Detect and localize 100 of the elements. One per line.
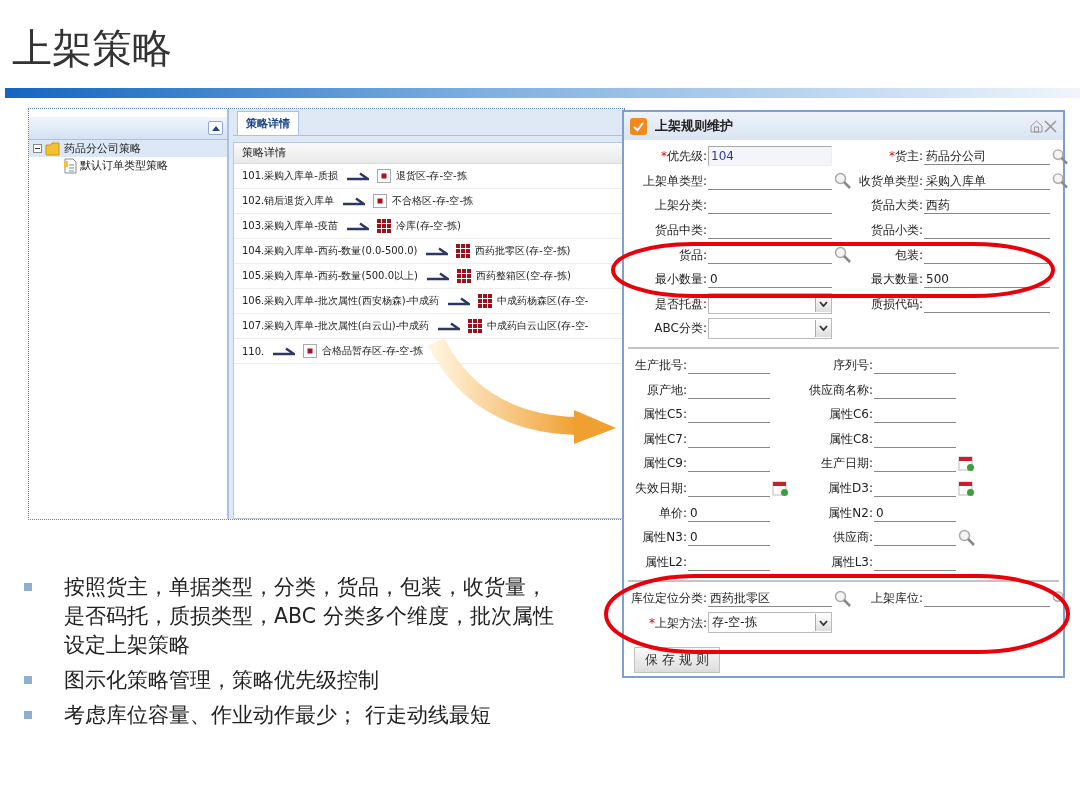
calendar-icon[interactable] (772, 479, 789, 497)
location-text: 中成药杨森区(存-空- (497, 294, 589, 308)
caret-icon (211, 125, 220, 131)
field-label: 货品中类: (653, 223, 708, 238)
input-field[interactable]: 0 (708, 270, 832, 289)
field-label: 供应商名称: (807, 382, 874, 397)
field-label: 库位定位分类: (629, 591, 708, 606)
location-text: 中成药白云山区(存-空- (487, 319, 589, 333)
caret-icon (819, 325, 828, 332)
grid-icon (456, 244, 471, 258)
slide-title: 上架策略 (11, 24, 173, 72)
field-label: 属性N3: (641, 530, 688, 545)
field-label: 是否托盘: (653, 296, 708, 311)
grid-icon (456, 269, 471, 283)
field-label: 上架单类型: (641, 173, 708, 188)
tree-item[interactable]: 默认订单类型策略 (29, 157, 227, 174)
field-label: 属性C8: (827, 431, 874, 446)
caret-icon (819, 620, 828, 626)
grid-icon (468, 319, 483, 333)
field-label: 包装: (893, 247, 924, 262)
grid-icon (376, 219, 391, 233)
rule-text: 107.采购入库单-批次属性(白云山)-中成药 (242, 319, 430, 333)
dropdown-field[interactable] (708, 293, 832, 315)
field-label: 属性C9: (641, 456, 688, 471)
input-field[interactable]: 0 (688, 528, 770, 547)
rule-text: 105.采购入库单-西药-数量(500.0以上) (242, 269, 418, 283)
search-icon[interactable] (1052, 147, 1068, 165)
field-label: 生产日期: (819, 456, 874, 471)
field-label: 属性N2: (827, 505, 874, 520)
field-label: 收货单类型: (857, 173, 924, 188)
search-icon[interactable] (834, 589, 851, 607)
field-label: 属性L3: (829, 554, 874, 569)
rule-text: 101.采购入库单-质损 (242, 169, 338, 183)
close-icon[interactable] (1044, 119, 1057, 133)
field-label: 生产批号: (633, 358, 688, 373)
calendar-icon[interactable] (958, 479, 975, 497)
collapse-toggle-icon[interactable] (33, 144, 42, 153)
bullet-text: 按照货主，单据类型，分类，货品，包装，收货量， 是否码托，质损类型，ABC 分类多个维度，批次属性 设定上架策略 (64, 574, 554, 659)
bullet-icon (24, 676, 32, 684)
field-label: 最大数量: (869, 272, 924, 287)
location-text: 合格品暂存区-存-空-拣 (322, 344, 424, 358)
rule-text: 103.采购入库单-疫苗 (242, 219, 338, 233)
bullet-text: 图示化策略管理，策略优先级控制 (64, 667, 379, 694)
field-label: 货品大类: (869, 198, 924, 213)
collapse-button[interactable] (208, 121, 223, 135)
field-label: 属性C5: (641, 407, 688, 422)
search-icon[interactable] (958, 528, 975, 546)
input-field[interactable]: 500 (924, 270, 1050, 289)
field-label: 失效日期: (633, 481, 688, 495)
field-label: 质损代码: (869, 296, 924, 311)
dialog-title: 上架规则维护 (655, 117, 733, 135)
calendar-icon[interactable] (958, 454, 975, 472)
grid-icon (478, 294, 493, 308)
input-field[interactable]: 采购入库单 (924, 171, 1050, 190)
field-label: 货品: (677, 247, 708, 262)
field-label: 属性C7: (641, 431, 688, 446)
search-icon[interactable] (834, 246, 851, 264)
field-label: *货主: (887, 149, 924, 164)
input-field[interactable]: 药品分公司 (924, 147, 1050, 166)
bullet-icon (24, 583, 32, 591)
location-text: 退货区-存-空-拣 (395, 169, 467, 183)
field-label: 上架库位: (869, 591, 924, 606)
location-text: 西药批零区(存-空-拣) (475, 244, 571, 258)
location-text: 冷库(存-空-拣) (395, 219, 461, 233)
location-text: 西药整箱区(空-存-拣) (475, 269, 571, 283)
input-field[interactable]: 104 (708, 146, 832, 167)
field-label: ABC分类: (653, 321, 708, 336)
document-icon (63, 157, 77, 174)
field-label: 供应商: (831, 530, 874, 545)
location-text: 不合格区-存-空-拣 (392, 194, 474, 208)
rule-text: 104.采购入库单-西药-数量(0.0-500.0) (242, 244, 418, 258)
tree-item[interactable]: 药品分公司策略 (29, 140, 227, 157)
field-label: 属性L2: (643, 554, 688, 569)
bullet-text: 考虑库位容量、作业动作最少； 行走动线最短 (64, 702, 491, 729)
restore-icon[interactable] (1030, 119, 1043, 133)
search-icon[interactable] (1052, 172, 1068, 190)
field-label: 原产地: (645, 382, 688, 397)
rule-text: 102.销后退货入库单 (242, 194, 335, 208)
caret-icon (819, 300, 828, 307)
bullet-icon (24, 711, 32, 719)
tab[interactable]: 策略详情 (237, 111, 299, 135)
field-label: 属性C6: (827, 407, 874, 422)
input-field[interactable]: 西药 (924, 196, 1050, 215)
input-field[interactable]: 西药批零区 (708, 589, 832, 608)
field-label: *上架方法: (647, 616, 708, 630)
dropdown-field[interactable] (708, 317, 832, 339)
check-icon (630, 117, 647, 135)
rule-text: 106.采购入库单-批次属性(西安杨森)-中成药 (242, 294, 440, 308)
field-label: 属性D3: (827, 481, 874, 495)
field-label: 单价: (657, 505, 688, 520)
search-icon[interactable] (834, 172, 851, 190)
field-label: 最小数量: (653, 272, 708, 287)
field-label: 上架分类: (653, 198, 708, 213)
input-field[interactable]: 0 (688, 503, 770, 522)
input-field[interactable]: 0 (874, 503, 956, 522)
rule-text: 110. (242, 345, 265, 357)
column-header: 策略详情 (234, 143, 623, 164)
field-label: 序列号: (831, 358, 874, 373)
field-label: 货品小类: (869, 223, 924, 238)
dropdown-field[interactable]: 存-空-拣 (708, 612, 832, 634)
